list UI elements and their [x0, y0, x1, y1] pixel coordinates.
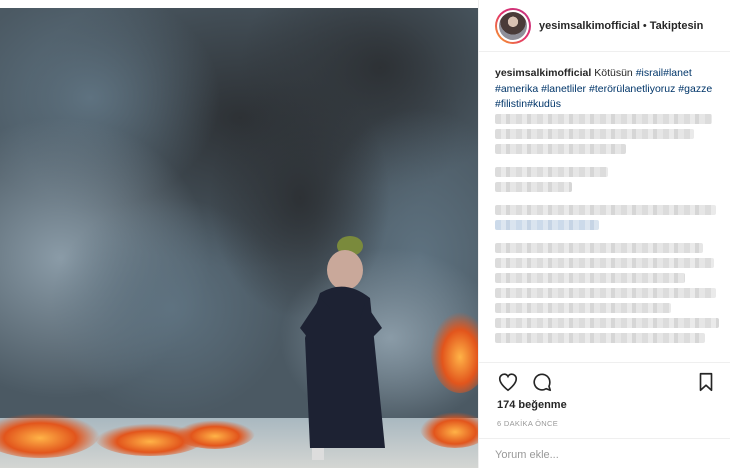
heart-icon[interactable] [497, 371, 519, 393]
blurred-comment-line [495, 333, 706, 343]
blurred-comment-line [495, 288, 717, 298]
blurred-comment-line [495, 114, 712, 124]
hashtag-gazze[interactable]: #gazze [678, 83, 712, 95]
protest-smoke-photo [0, 8, 478, 468]
hashtag-terorulanetliyoruz[interactable]: #terörülanetliyoruz [589, 83, 675, 95]
blurred-comment-line [495, 167, 608, 177]
bookmark-icon[interactable] [695, 371, 717, 393]
caption-text: Kötüsün [594, 67, 633, 79]
comment-input[interactable] [495, 446, 715, 464]
blurred-comment-line [495, 182, 572, 192]
username-link[interactable]: yesimsalkimofficial [539, 20, 640, 32]
avatar-photo [499, 11, 527, 40]
blurred-comment-line [495, 273, 685, 283]
like-count[interactable]: 174 beğenme [497, 399, 567, 411]
post-timestamp[interactable]: 6 DAKİKA ÖNCE [497, 419, 558, 428]
instagram-post: yesimsalkimofficial • Takiptesin yesimsalk… [0, 0, 730, 468]
hashtag-filistin[interactable]: #filistin [495, 98, 527, 110]
blurred-comment-line [495, 220, 599, 230]
post-caption: yesimsalkimofficial Kötüsün #israil#lane… [495, 66, 717, 113]
follow-status-button[interactable]: Takiptesin [650, 20, 704, 32]
hashtag-amerika[interactable]: #amerika [495, 83, 538, 95]
hashtag-lanet[interactable]: #lanet [663, 67, 692, 79]
post-photo[interactable] [0, 8, 478, 468]
blurred-comment-line [495, 205, 717, 215]
blurred-comment-line [495, 243, 703, 253]
blurred-comment-line [495, 129, 694, 139]
post-header: yesimsalkimofficial • Takiptesin [479, 0, 730, 52]
separator-dot: • [642, 19, 647, 32]
caption-username[interactable]: yesimsalkimofficial [495, 67, 591, 79]
post-sidebar: yesimsalkimofficial • Takiptesin yesimsalk… [478, 0, 730, 468]
post-actions: 174 beğenme 6 DAKİKA ÖNCE [479, 362, 730, 468]
blurred-comment-line [495, 258, 715, 268]
hashtag-kudus[interactable]: #kudüs [527, 98, 561, 110]
blurred-comment-line [495, 318, 719, 328]
blurred-comment-line [495, 303, 672, 313]
hashtag-israil[interactable]: #israil [636, 67, 663, 79]
comments-list-blurred [495, 114, 721, 362]
hashtag-lanetliler[interactable]: #lanetliler [541, 83, 586, 95]
add-comment-bar [479, 438, 730, 468]
avatar[interactable] [495, 7, 531, 44]
speech-bubble-icon[interactable] [531, 371, 553, 393]
blurred-comment-line [495, 144, 627, 154]
